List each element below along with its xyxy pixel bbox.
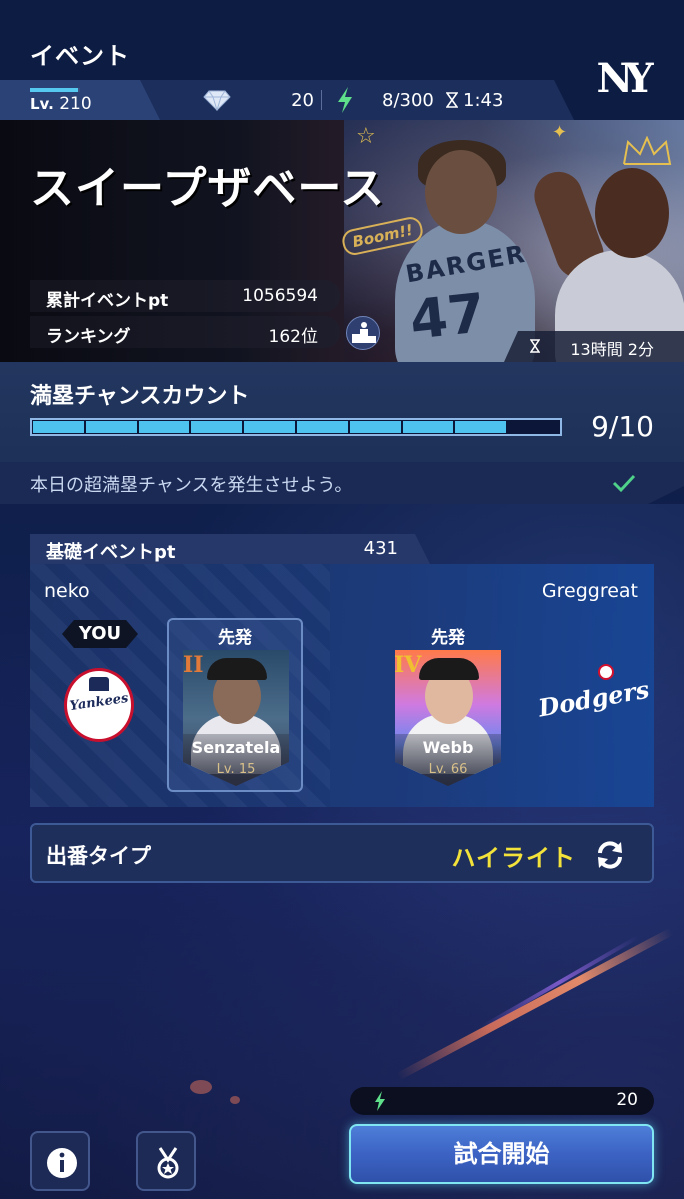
chance-segment bbox=[455, 421, 507, 433]
you-badge: YOU bbox=[62, 620, 138, 648]
baseball-icon bbox=[598, 664, 614, 680]
medal-icon bbox=[157, 1147, 179, 1179]
lightning-icon bbox=[338, 87, 352, 113]
ranking-value: 162位 bbox=[268, 327, 318, 347]
base-points-value: 431 bbox=[363, 538, 398, 559]
player-photo-cap bbox=[419, 658, 479, 680]
chance-segment bbox=[296, 421, 348, 433]
my-pitcher-role: 先発 bbox=[218, 628, 252, 648]
yankees-logo-text: Yankees bbox=[68, 690, 130, 715]
event-time-left: 13時間 2分 bbox=[504, 331, 684, 362]
stamina-cost: 20 bbox=[350, 1087, 654, 1115]
chance-segment bbox=[33, 421, 84, 433]
daily-mission: 本日の超満塁チャンスを発生させよう。 bbox=[0, 462, 684, 504]
yankees-team-logo: Yankees bbox=[64, 668, 134, 742]
appearance-type-value: ハイライト bbox=[451, 844, 576, 872]
base-points-label: 基礎イベントpt bbox=[46, 542, 176, 563]
level-value: 210 bbox=[59, 94, 92, 114]
level-label: Lv. bbox=[30, 95, 54, 113]
my-player-name: neko bbox=[44, 580, 90, 602]
mission-text: 本日の超満塁チャンスを発生させよう。 bbox=[30, 475, 353, 496]
star-icon: ✦ bbox=[552, 122, 568, 143]
crown-icon bbox=[623, 136, 672, 165]
status-divider bbox=[321, 90, 322, 110]
screen-title: イベント bbox=[30, 42, 130, 70]
stamina-count: 8/300 bbox=[382, 90, 434, 111]
dodgers-logo-text: Dodgers bbox=[536, 674, 652, 723]
level-progress-bar bbox=[30, 88, 80, 92]
chance-segment bbox=[508, 421, 559, 433]
yankees-logo[interactable]: NY bbox=[596, 52, 653, 106]
stamina-cost-value: 20 bbox=[616, 1090, 638, 1110]
start-match-button[interactable]: 試合開始 bbox=[349, 1124, 654, 1184]
chance-title: 満塁チャンスカウント bbox=[30, 384, 250, 409]
gem-count: 20 bbox=[291, 90, 314, 111]
opponent-player-name: Greggreat bbox=[541, 580, 638, 602]
chance-segment bbox=[244, 421, 295, 433]
time-left-text: 13時間 2分 bbox=[570, 340, 654, 359]
appearance-type-selector[interactable]: 出番タイプ ハイライト bbox=[30, 823, 654, 883]
refresh-icon[interactable] bbox=[594, 839, 626, 871]
status-bar: Lv. 210 20 8/300 1:43 bbox=[0, 80, 684, 120]
player-photo-cap bbox=[207, 658, 267, 680]
opponent-pitcher-role: 先発 bbox=[431, 628, 465, 648]
appearance-type-label: 出番タイプ bbox=[46, 844, 151, 868]
chance-segment bbox=[85, 421, 137, 433]
base-points-tab: 基礎イベントpt 431 bbox=[30, 534, 430, 564]
rewards-button[interactable] bbox=[136, 1131, 196, 1191]
hourglass-icon bbox=[446, 92, 458, 108]
my-pitcher-grade: II bbox=[183, 652, 204, 678]
jersey-number: 47 bbox=[406, 281, 489, 352]
decorative-splatter bbox=[230, 1096, 240, 1104]
ranking-row[interactable]: ランキング 162位 bbox=[30, 316, 340, 348]
opponent-pitcher-grade: IV bbox=[394, 652, 422, 678]
total-points-label: 累計イベントpt bbox=[46, 291, 169, 311]
event-title: スイープザベース bbox=[30, 163, 386, 214]
star-icon: ☆ bbox=[356, 124, 376, 149]
level-progress-fill bbox=[30, 88, 78, 92]
banner-player-right-head bbox=[595, 168, 669, 258]
event-banner: BARGER 47 Boom!! ☆ ✦ スイープザベース 累計イベントpt 1… bbox=[0, 120, 684, 362]
chance-count: 9/10 bbox=[591, 410, 654, 443]
diamond-icon bbox=[203, 90, 231, 111]
hat-icon bbox=[89, 677, 109, 691]
check-icon bbox=[612, 474, 636, 493]
my-pitcher-name: Senzatela bbox=[191, 738, 281, 757]
chance-segment bbox=[138, 421, 190, 433]
dodgers-team-logo: Dodgers bbox=[536, 664, 652, 726]
top-header: イベント bbox=[0, 0, 684, 80]
hourglass-icon bbox=[530, 339, 540, 353]
info-button[interactable] bbox=[30, 1131, 90, 1191]
total-points-value: 1056594 bbox=[242, 286, 318, 306]
stamina-timer: 1:43 bbox=[463, 90, 504, 111]
lightning-icon bbox=[375, 1091, 385, 1111]
chance-segment bbox=[402, 421, 454, 433]
total-points-row: 累計イベントpt 1056594 bbox=[30, 280, 340, 312]
opponent-pitcher-name: Webb bbox=[422, 738, 474, 757]
chance-progress-bar bbox=[30, 418, 562, 436]
player-level: Lv. 210 bbox=[30, 94, 92, 114]
ranking-label: ランキング bbox=[46, 327, 131, 347]
banner-player-left-head bbox=[425, 150, 497, 234]
ranking-icon[interactable] bbox=[346, 316, 380, 350]
decorative-splatter bbox=[190, 1080, 212, 1094]
chance-segment bbox=[191, 421, 243, 433]
chance-segment bbox=[349, 421, 401, 433]
bases-loaded-chance-section: 満塁チャンスカウント 9/10 bbox=[0, 362, 684, 462]
info-icon bbox=[47, 1148, 77, 1178]
